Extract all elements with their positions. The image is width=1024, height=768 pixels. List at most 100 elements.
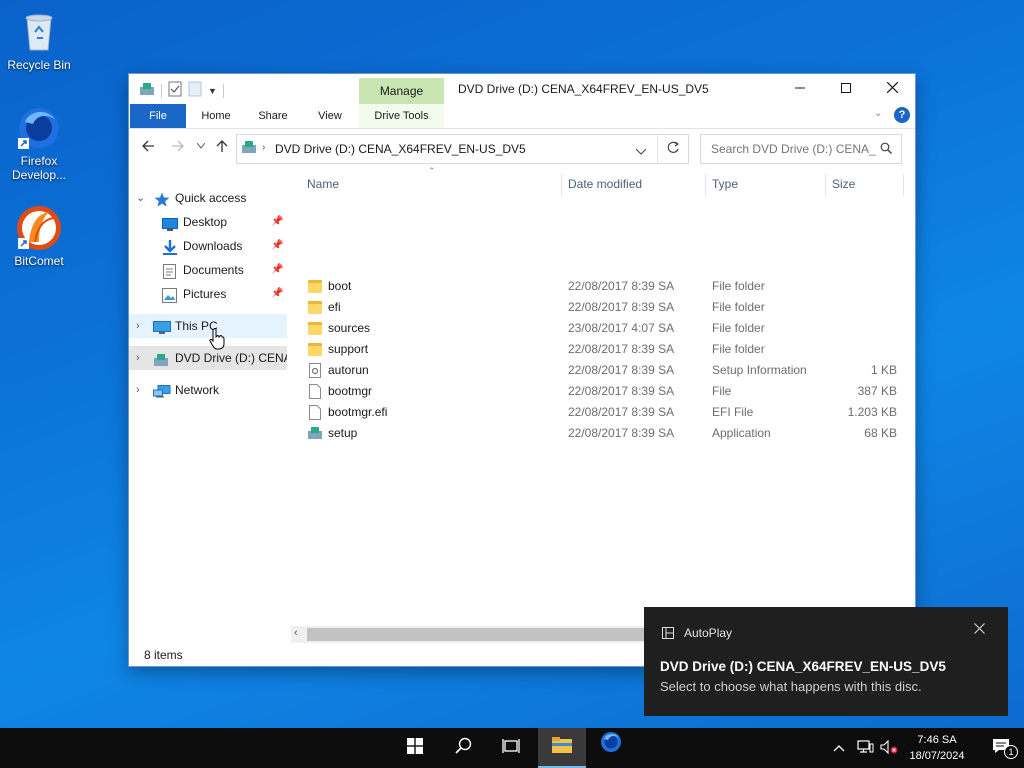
- tab-home[interactable]: Home: [191, 104, 241, 128]
- notification-close-button[interactable]: [974, 623, 985, 637]
- file-type: File folder: [712, 321, 765, 335]
- tab-manage[interactable]: Manage: [359, 78, 444, 104]
- up-button[interactable]: [215, 139, 229, 157]
- file-name: boot: [328, 279, 352, 293]
- tab-share[interactable]: Share: [248, 104, 298, 128]
- address-dropdown-icon[interactable]: [635, 144, 647, 158]
- file-row[interactable]: autorun 22/08/2017 8:39 SA Setup Informa…: [306, 360, 906, 381]
- new-folder-icon[interactable]: [188, 81, 202, 100]
- address-bar[interactable]: › DVD Drive (D:) CENA_X64FREV_EN-US_DV5 …: [236, 134, 689, 164]
- desktop-icon-recycle-bin[interactable]: Recycle Bin: [1, 8, 77, 72]
- file-row[interactable]: bootmgr.efi 22/08/2017 8:39 SA EFI File …: [306, 402, 906, 423]
- pin-icon[interactable]: 📌: [271, 258, 283, 282]
- mouse-cursor-hand-icon: [209, 327, 225, 353]
- file-size: 1.203 KB: [847, 405, 897, 419]
- taskbar-file-explorer[interactable]: [538, 728, 586, 768]
- tab-file[interactable]: File: [130, 104, 186, 128]
- desktop-icon-bitcomet[interactable]: BitComet: [1, 204, 77, 268]
- column-name[interactable]: Name: [307, 177, 339, 191]
- clock[interactable]: 7:46 SA 18/07/2024: [904, 732, 970, 764]
- folder-icon: [308, 280, 322, 293]
- pin-icon[interactable]: 📌: [271, 282, 283, 306]
- file-icon: [309, 405, 323, 420]
- nav-quick-access[interactable]: ⌄ Quick access: [129, 186, 287, 210]
- nav-network[interactable]: › Network: [129, 378, 287, 402]
- minimize-button[interactable]: [777, 74, 823, 104]
- close-button[interactable]: [869, 74, 915, 104]
- desktop-icon-label: Firefox Develop...: [11, 154, 67, 182]
- firefox-developer-icon: [15, 104, 63, 152]
- action-center-button[interactable]: 1: [978, 728, 1024, 768]
- chevron-right-icon[interactable]: ›: [136, 314, 140, 338]
- nav-downloads[interactable]: Downloads 📌: [129, 234, 287, 258]
- back-arrow-icon: [142, 140, 154, 152]
- nav-this-pc[interactable]: › This PC: [129, 314, 287, 338]
- task-view-button[interactable]: [488, 728, 534, 768]
- file-type: EFI File: [712, 405, 754, 419]
- start-button[interactable]: [392, 728, 438, 768]
- recent-locations-button[interactable]: [196, 141, 206, 151]
- taskbar-firefox-developer[interactable]: [588, 728, 634, 768]
- drive-icon: [241, 140, 257, 157]
- nav-dvd-drive[interactable]: › DVD Drive (D:) CENA_: [129, 346, 287, 370]
- search-input[interactable]: [709, 141, 878, 157]
- tab-drive-tools[interactable]: Drive Tools: [359, 104, 444, 128]
- window-title: DVD Drive (D:) CENA_X64FREV_EN-US_DV5: [458, 82, 709, 96]
- file-row[interactable]: sources 23/08/2017 4:07 SA File folder: [306, 318, 906, 339]
- chevron-expanded-icon[interactable]: ⌄: [136, 186, 145, 210]
- maximize-button[interactable]: [823, 74, 869, 104]
- pin-icon[interactable]: 📌: [271, 210, 283, 234]
- breadcrumb-drive[interactable]: DVD Drive (D:) CENA_X64FREV_EN-US_DV5: [275, 142, 526, 156]
- search-icon: [454, 737, 471, 754]
- autoplay-notification[interactable]: AutoPlay DVD Drive (D:) CENA_X64FREV_EN-…: [644, 607, 1008, 716]
- file-name: setup: [328, 426, 358, 440]
- scrollbar-thumb[interactable]: [307, 628, 647, 641]
- address-row: › DVD Drive (D:) CENA_X64FREV_EN-US_DV5 …: [129, 129, 915, 169]
- network-status-button[interactable]: [853, 728, 877, 768]
- search-box[interactable]: [700, 134, 902, 164]
- expand-ribbon-icon[interactable]: ⌄: [874, 108, 882, 119]
- chevron-right-icon[interactable]: ›: [136, 346, 140, 370]
- nav-pictures[interactable]: Pictures 📌: [129, 282, 287, 306]
- setup-application-icon: [307, 426, 322, 439]
- file-row[interactable]: bootmgr 22/08/2017 8:39 SA File 387 KB: [306, 381, 906, 402]
- column-date-modified[interactable]: Date modified: [568, 177, 642, 191]
- nav-documents[interactable]: Documents 📌: [129, 258, 287, 282]
- properties-icon[interactable]: [168, 81, 182, 100]
- scroll-left-icon[interactable]: ‹: [294, 627, 298, 639]
- column-divider[interactable]: [561, 174, 562, 196]
- column-type[interactable]: Type: [712, 177, 738, 191]
- show-hidden-icons-button[interactable]: [827, 728, 851, 768]
- pin-icon[interactable]: 📌: [271, 234, 283, 258]
- autoplay-icon: [662, 627, 674, 642]
- search-icon: [880, 142, 892, 157]
- nav-desktop[interactable]: Desktop 📌: [129, 210, 287, 234]
- nav-label: Documents: [183, 263, 244, 277]
- tab-view[interactable]: View: [305, 104, 355, 128]
- breadcrumb-chevron-icon[interactable]: ›: [508, 142, 511, 153]
- desktop-icon-firefox-dev[interactable]: Firefox Develop...: [1, 104, 77, 182]
- file-row[interactable]: support 22/08/2017 8:39 SA File folder: [306, 339, 906, 360]
- chevron-right-icon[interactable]: ›: [136, 378, 140, 402]
- file-row[interactable]: efi 22/08/2017 8:39 SA File folder: [306, 297, 906, 318]
- network-icon: [153, 383, 171, 398]
- refresh-icon[interactable]: [666, 141, 680, 158]
- column-size[interactable]: Size: [832, 177, 855, 191]
- nav-label: Desktop: [183, 215, 228, 229]
- customize-toolbar-icon[interactable]: ▼: [208, 86, 217, 96]
- file-row[interactable]: setup 22/08/2017 8:39 SA Application 68 …: [306, 423, 906, 444]
- file-list: ⌃ Name Date modified Type Size boot 22/0…: [291, 166, 915, 646]
- title-bar[interactable]: ▼ Manage DVD Drive (D:) CENA_X64FREV_EN-…: [129, 74, 915, 104]
- recycle-bin-icon: [15, 8, 63, 56]
- help-icon[interactable]: ?: [894, 107, 910, 123]
- column-divider[interactable]: [705, 174, 706, 196]
- column-divider[interactable]: [825, 174, 826, 196]
- column-divider[interactable]: [903, 174, 904, 196]
- forward-button[interactable]: [171, 139, 185, 157]
- search-button[interactable]: [440, 728, 486, 768]
- back-button[interactable]: [141, 139, 155, 157]
- volume-button[interactable]: [877, 728, 901, 768]
- folder-icon: [308, 343, 322, 356]
- notification-message: Select to choose what happens with this …: [660, 679, 922, 694]
- file-row[interactable]: boot 22/08/2017 8:39 SA File folder: [306, 276, 906, 297]
